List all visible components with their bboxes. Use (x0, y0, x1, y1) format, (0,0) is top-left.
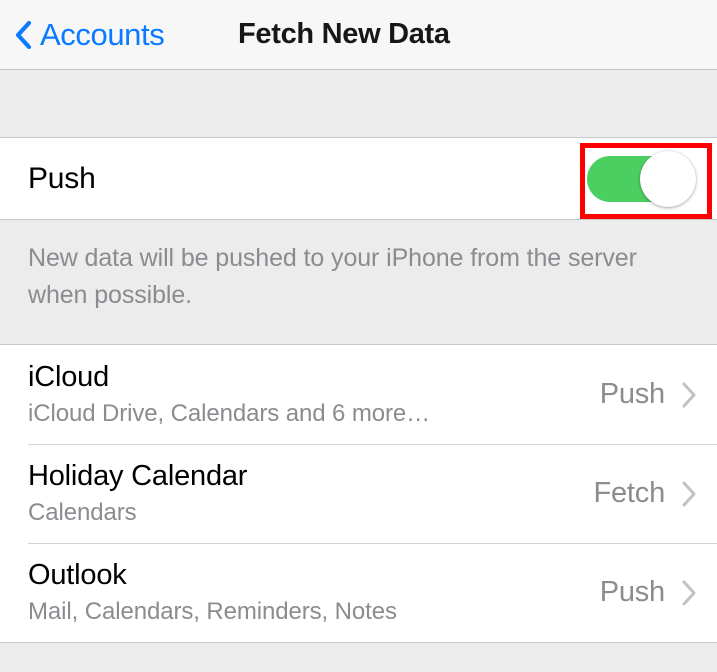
push-label: Push (28, 161, 96, 195)
account-right: Fetch (593, 477, 697, 510)
account-title: Outlook (28, 559, 127, 591)
push-footer-note: New data will be pushed to your iPhone f… (0, 220, 717, 345)
chevron-left-icon (15, 20, 32, 49)
fetch-new-data-screen: Accounts Fetch New Data Push New data wi… (0, 0, 717, 672)
account-texts: Outlook Mail, Calendars, Reminders, Note… (28, 557, 600, 628)
accounts-section: iCloud iCloud Drive, Calendars and 6 mor… (0, 345, 717, 643)
account-texts: iCloud iCloud Drive, Calendars and 6 mor… (28, 359, 600, 430)
chevron-right-icon (682, 481, 696, 506)
back-button-label: Accounts (40, 17, 165, 52)
account-title: iCloud (28, 361, 110, 393)
chevron-right-icon (682, 382, 696, 407)
account-right: Push (600, 576, 697, 609)
account-row-outlook[interactable]: Outlook Mail, Calendars, Reminders, Note… (0, 543, 717, 642)
account-subtitle: iCloud Drive, Calendars and 6 more… (28, 400, 431, 427)
account-right: Push (600, 378, 697, 411)
account-title: Holiday Calendar (28, 460, 248, 492)
account-fetch-value: Push (599, 378, 666, 410)
account-fetch-value: Push (599, 576, 666, 608)
account-subtitle: Calendars (28, 499, 137, 526)
push-toggle-wrapper (579, 148, 697, 210)
page-title: Fetch New Data (238, 18, 450, 50)
push-row[interactable]: Push (0, 138, 717, 219)
bottom-spacer (0, 643, 717, 672)
back-button-accounts[interactable]: Accounts (14, 0, 165, 69)
account-fetch-value: Fetch (593, 477, 665, 509)
push-toggle[interactable] (587, 150, 696, 207)
account-subtitle: Mail, Calendars, Reminders, Notes (28, 598, 397, 625)
push-footer-note-text: New data will be pushed to your iPhone f… (28, 244, 637, 309)
push-section: Push (0, 138, 717, 220)
section-spacer-top (0, 70, 717, 138)
chevron-right-icon (682, 580, 696, 605)
account-row-holiday-calendar[interactable]: Holiday Calendar Calendars Fetch (0, 444, 717, 543)
account-texts: Holiday Calendar Calendars (28, 458, 593, 529)
navigation-bar: Accounts Fetch New Data (0, 0, 717, 70)
toggle-knob (640, 150, 696, 207)
account-row-icloud[interactable]: iCloud iCloud Drive, Calendars and 6 mor… (0, 345, 717, 444)
